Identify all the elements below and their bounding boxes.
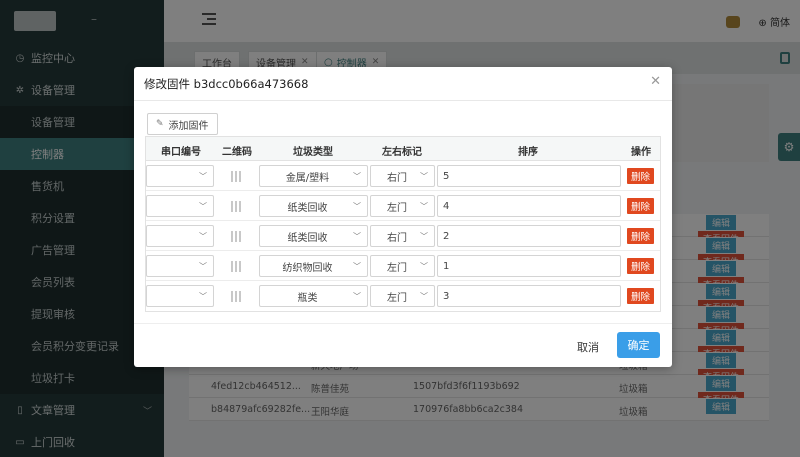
edit-firmware-modal: 修改固件 b3dcc0b66a473668 ✕ ✎ 添加固件 串口编号 二维码 … (134, 67, 672, 367)
firmware-row: ﹀ 金属/塑料 ﹀ 右门 ﹀ 5 删除 (146, 161, 660, 191)
firmware-table-header: 串口编号 二维码 垃圾类型 左右标记 排序 操作 (146, 137, 660, 161)
port-select[interactable]: ﹀ (146, 195, 214, 217)
header-order: 排序 (518, 147, 538, 158)
side-value: 左门 (387, 292, 407, 304)
header-qr: 二维码 (222, 147, 252, 158)
divider (134, 100, 672, 101)
chevron-down-icon: ﹀ (420, 261, 428, 271)
chevron-down-icon: ﹀ (353, 291, 361, 301)
delete-button[interactable]: 删除 (627, 288, 655, 304)
header-type: 垃圾类型 (293, 147, 333, 158)
side-value: 右门 (387, 172, 407, 184)
side-select[interactable]: 左门 ﹀ (370, 255, 435, 277)
side-value: 左门 (387, 262, 407, 274)
side-select[interactable]: 左门 ﹀ (370, 285, 435, 307)
delete-button[interactable]: 删除 (627, 198, 655, 214)
qr-code-icon[interactable] (231, 171, 242, 182)
header-side: 左右标记 (382, 147, 422, 158)
type-value: 纺织物回收 (282, 262, 333, 274)
chevron-down-icon: ﹀ (199, 231, 207, 241)
modal-title: 修改固件 b3dcc0b66a473668 (144, 77, 309, 91)
qr-code-icon[interactable] (231, 231, 242, 242)
side-select[interactable]: 左门 ﹀ (370, 195, 435, 217)
chevron-down-icon: ﹀ (353, 201, 361, 211)
order-input[interactable]: 1 (437, 255, 621, 277)
type-value: 纸类回收 (287, 202, 328, 214)
type-select[interactable]: 纺织物回收 ﹀ (259, 255, 368, 277)
side-value: 左门 (387, 202, 407, 214)
port-select[interactable]: ﹀ (146, 225, 214, 247)
type-select[interactable]: 金属/塑料 ﹀ (259, 165, 368, 187)
delete-button[interactable]: 删除 (627, 228, 655, 244)
delete-button[interactable]: 删除 (627, 258, 655, 274)
order-input[interactable]: 3 (437, 285, 621, 307)
close-icon[interactable]: ✕ (650, 74, 661, 89)
chevron-down-icon: ﹀ (199, 261, 207, 271)
chevron-down-icon: ﹀ (420, 171, 428, 181)
chevron-down-icon: ﹀ (199, 171, 207, 181)
divider (134, 323, 672, 324)
type-value: 纸类回收 (287, 232, 328, 244)
qr-code-icon[interactable] (231, 201, 242, 212)
port-select[interactable]: ﹀ (146, 255, 214, 277)
chevron-down-icon: ﹀ (199, 291, 207, 301)
chevron-down-icon: ﹀ (353, 171, 361, 181)
order-input[interactable]: 4 (437, 195, 621, 217)
chevron-down-icon: ﹀ (420, 201, 428, 211)
add-firmware-label: 添加固件 (168, 120, 209, 132)
side-value: 右门 (387, 232, 407, 244)
chevron-down-icon: ﹀ (199, 201, 207, 211)
cancel-button[interactable]: 取消 (577, 339, 599, 355)
port-select[interactable]: ﹀ (146, 165, 214, 187)
type-select[interactable]: 纸类回收 ﹀ (259, 195, 368, 217)
chevron-down-icon: ﹀ (420, 231, 428, 241)
type-value: 金属/塑料 (285, 172, 330, 184)
order-input[interactable]: 2 (437, 225, 621, 247)
header-action: 操作 (631, 147, 651, 158)
firmware-row: ﹀ 纺织物回收 ﹀ 左门 ﹀ 1 删除 (146, 251, 660, 281)
chevron-down-icon: ﹀ (353, 231, 361, 241)
type-value: 瓶类 (297, 292, 318, 304)
type-select[interactable]: 瓶类 ﹀ (259, 285, 368, 307)
edit-icon: ✎ (156, 119, 164, 129)
type-select[interactable]: 纸类回收 ﹀ (259, 225, 368, 247)
order-input[interactable]: 5 (437, 165, 621, 187)
firmware-row: ﹀ 纸类回收 ﹀ 左门 ﹀ 4 删除 (146, 191, 660, 221)
chevron-down-icon: ﹀ (353, 261, 361, 271)
chevron-down-icon: ﹀ (420, 291, 428, 301)
firmware-row: ﹀ 纸类回收 ﹀ 右门 ﹀ 2 删除 (146, 221, 660, 251)
delete-button[interactable]: 删除 (627, 168, 655, 184)
port-select[interactable]: ﹀ (146, 285, 214, 307)
qr-code-icon[interactable] (231, 291, 242, 302)
confirm-button[interactable]: 确定 (617, 332, 660, 358)
add-firmware-button[interactable]: ✎ 添加固件 (147, 113, 218, 135)
header-port: 串口编号 (161, 147, 201, 158)
firmware-table: 串口编号 二维码 垃圾类型 左右标记 排序 操作 ﹀ 金属/塑料 ﹀ 右门 ﹀ 5 … (145, 136, 661, 312)
qr-code-icon[interactable] (231, 261, 242, 272)
side-select[interactable]: 右门 ﹀ (370, 225, 435, 247)
side-select[interactable]: 右门 ﹀ (370, 165, 435, 187)
firmware-row: ﹀ 瓶类 ﹀ 左门 ﹀ 3 删除 (146, 281, 660, 311)
